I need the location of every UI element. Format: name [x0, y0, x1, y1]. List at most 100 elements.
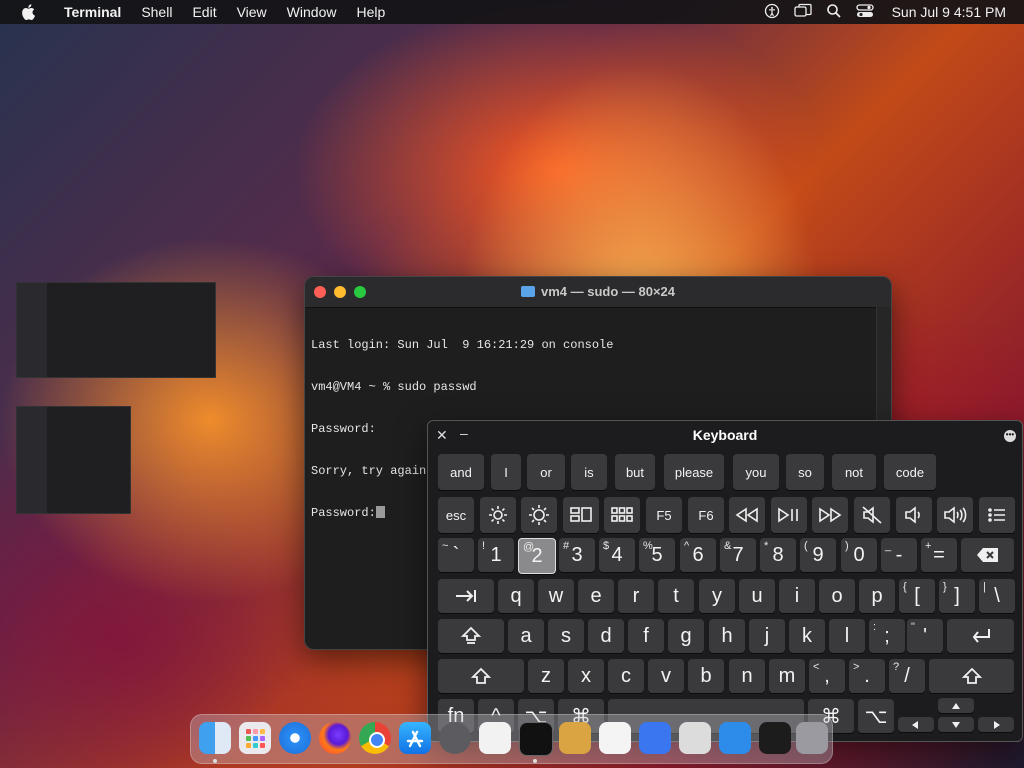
number-row-key[interactable]: = +: [921, 538, 957, 572]
esc-key[interactable]: esc: [438, 497, 474, 533]
number-row-key[interactable]: 3 #: [559, 538, 595, 572]
dock-app-icon[interactable]: [559, 722, 591, 754]
menu-help[interactable]: Help: [346, 0, 395, 24]
suggestion-key[interactable]: please: [664, 454, 724, 490]
launchpad-grid-key[interactable]: [604, 497, 640, 533]
letter-key[interactable]: a: [508, 619, 544, 653]
number-row-key[interactable]: 6 ^: [680, 538, 716, 572]
play-pause-key[interactable]: [771, 497, 807, 533]
trash-icon[interactable]: [796, 722, 828, 754]
number-row-key[interactable]: 8 *: [760, 538, 796, 572]
punctuation-key[interactable]: ]}: [939, 579, 975, 613]
menu-window[interactable]: Window: [277, 0, 347, 24]
dock-app-icon[interactable]: [599, 722, 631, 754]
terminal-dock-icon[interactable]: [519, 722, 553, 756]
safari-icon[interactable]: [279, 722, 311, 754]
finder-icon[interactable]: [199, 722, 231, 754]
letter-key[interactable]: l: [829, 619, 865, 653]
chrome-icon[interactable]: [359, 722, 391, 754]
tab-key[interactable]: [438, 579, 494, 613]
letter-key[interactable]: z: [528, 659, 564, 693]
volume-down-key[interactable]: [896, 497, 932, 533]
letter-key[interactable]: i: [779, 579, 815, 613]
letter-key[interactable]: o: [819, 579, 855, 613]
letter-key[interactable]: e: [578, 579, 614, 613]
letter-key[interactable]: p: [859, 579, 895, 613]
mute-key[interactable]: [854, 497, 890, 533]
letter-key[interactable]: n: [729, 659, 765, 693]
volume-up-key[interactable]: [937, 497, 973, 533]
screen-mirroring-icon[interactable]: [793, 3, 812, 22]
arrow-left-key[interactable]: [898, 717, 934, 732]
launchpad-icon[interactable]: [239, 722, 271, 754]
letter-key[interactable]: x: [568, 659, 604, 693]
more-options-icon[interactable]: •••: [1004, 430, 1016, 442]
firefox-icon[interactable]: [319, 722, 351, 754]
caps-lock-key[interactable]: [438, 619, 504, 653]
app-store-icon[interactable]: [399, 722, 431, 754]
punctuation-key[interactable]: \ |: [979, 579, 1015, 613]
number-row-key[interactable]: 7 &: [720, 538, 756, 572]
suggestion-key[interactable]: and: [438, 454, 484, 490]
punctuation-key[interactable]: ;:: [869, 619, 905, 653]
arrow-down-key[interactable]: [938, 717, 974, 732]
number-row-key[interactable]: - _: [881, 538, 917, 572]
search-icon[interactable]: [826, 3, 842, 22]
letter-key[interactable]: q: [498, 579, 534, 613]
menu-clock[interactable]: Sun Jul 9 4:51 PM: [892, 4, 1006, 20]
f6-key[interactable]: F6: [688, 497, 724, 533]
system-settings-icon[interactable]: [439, 722, 471, 754]
background-window-thumbnail[interactable]: [16, 406, 131, 514]
letter-key[interactable]: y: [699, 579, 735, 613]
letter-key[interactable]: h: [709, 619, 745, 653]
letter-key[interactable]: j: [749, 619, 785, 653]
rewind-key[interactable]: [729, 497, 765, 533]
control-center-icon[interactable]: [855, 3, 874, 22]
punctuation-key[interactable]: ' ": [907, 619, 943, 653]
background-window-thumbnail[interactable]: [16, 282, 216, 378]
accessibility-icon[interactable]: [764, 3, 780, 22]
number-row-key[interactable]: 5%: [639, 538, 675, 572]
delete-key[interactable]: [961, 538, 1014, 572]
suggestion-key[interactable]: I: [491, 454, 521, 490]
arrow-right-key[interactable]: [978, 717, 1014, 732]
letter-key[interactable]: f: [628, 619, 664, 653]
dock-app-icon[interactable]: [719, 722, 751, 754]
letter-key[interactable]: r: [618, 579, 654, 613]
mission-control-key[interactable]: [563, 497, 599, 533]
right-shift-key[interactable]: [929, 659, 1014, 693]
return-key[interactable]: [947, 619, 1014, 653]
punctuation-key[interactable]: . >: [849, 659, 885, 693]
letter-key[interactable]: w: [538, 579, 574, 613]
option-key[interactable]: ⌥: [858, 699, 894, 733]
letter-key[interactable]: t: [658, 579, 694, 613]
number-row-key[interactable]: 2 @: [518, 538, 556, 574]
dock-app-icon[interactable]: [759, 722, 791, 754]
dock-app-icon[interactable]: [479, 722, 511, 754]
suggestion-key[interactable]: or: [527, 454, 565, 490]
letter-key[interactable]: d: [588, 619, 624, 653]
punctuation-key[interactable]: [{: [899, 579, 935, 613]
menu-edit[interactable]: Edit: [182, 0, 226, 24]
suggestion-key[interactable]: not: [832, 454, 876, 490]
fast-forward-key[interactable]: [812, 497, 848, 533]
menu-list-key[interactable]: [979, 497, 1015, 533]
suggestion-key[interactable]: you: [733, 454, 779, 490]
dock-app-icon[interactable]: [639, 722, 671, 754]
letter-key[interactable]: c: [608, 659, 644, 693]
suggestion-key[interactable]: but: [615, 454, 655, 490]
punctuation-key[interactable]: /?: [889, 659, 925, 693]
number-row-key[interactable]: 1!: [478, 538, 514, 572]
number-row-key[interactable]: 4 $: [599, 538, 635, 572]
brightness-down-key[interactable]: [480, 497, 516, 533]
letter-key[interactable]: k: [789, 619, 825, 653]
menu-view[interactable]: View: [227, 0, 277, 24]
menu-shell[interactable]: Shell: [131, 0, 182, 24]
letter-key[interactable]: u: [739, 579, 775, 613]
letter-key[interactable]: v: [648, 659, 684, 693]
letter-key[interactable]: m: [769, 659, 805, 693]
letter-key[interactable]: g: [668, 619, 704, 653]
letter-key[interactable]: b: [688, 659, 724, 693]
number-row-key[interactable]: 9(: [800, 538, 836, 572]
backtick-key[interactable]: ` ~: [438, 538, 474, 572]
